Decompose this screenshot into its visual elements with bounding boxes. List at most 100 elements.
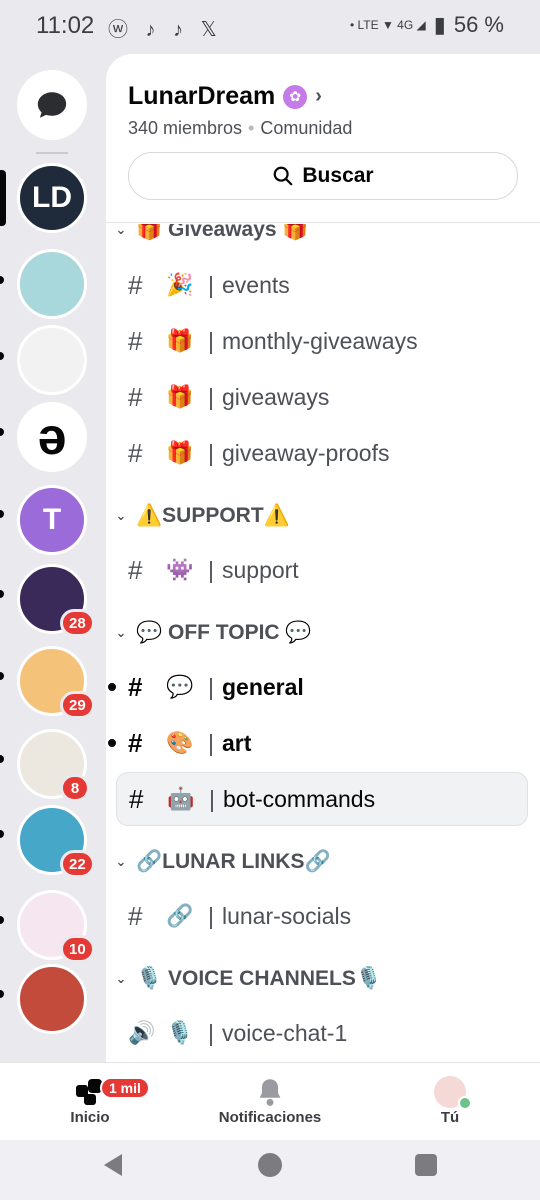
category-label: ⚠️SUPPORT⚠️ xyxy=(136,504,290,527)
speaker-icon: 🔊 xyxy=(128,1020,156,1045)
server-subtitle: 340 miembros • Comunidad xyxy=(128,118,352,139)
server-icon[interactable] xyxy=(17,964,87,1034)
channel-emoji: 🎁 xyxy=(166,384,194,409)
search-label: Buscar xyxy=(302,164,374,187)
channel-emoji: 👾 xyxy=(166,557,194,582)
channel-voice-chat-1[interactable]: 🔊 🎙️ | voice-chat-1 xyxy=(116,1006,528,1060)
server-icon[interactable]: T xyxy=(17,485,87,555)
channel-general[interactable]: # 💬 | general xyxy=(108,660,528,714)
server-icon[interactable] xyxy=(17,249,87,319)
channel-emoji: 🔗 xyxy=(166,903,194,928)
unread-indicator xyxy=(108,739,116,747)
channel-divider: | xyxy=(208,729,214,756)
channel-name: giveaway-proofs xyxy=(221,439,390,466)
nav-notifications-label: Notificaciones xyxy=(218,1109,322,1126)
channel-divider: | xyxy=(208,383,214,410)
text-channel-icon: # xyxy=(128,381,143,412)
channel-list: ⌄ 🎁 Giveaways 🎁 # 🎉 | events # 🎁 | monthly-give… xyxy=(106,224,540,1062)
server-icon[interactable]: ə xyxy=(17,402,87,472)
unread-server-indicator xyxy=(0,755,4,763)
text-channel-icon: # xyxy=(128,727,143,758)
search-icon xyxy=(274,166,293,186)
server-icon[interactable]: 8 xyxy=(17,729,90,802)
unread-server-indicator xyxy=(0,672,4,680)
system-indicators: • LTE ▼ 4G ◢ ▮ 56 % xyxy=(350,12,504,38)
chevron-down-icon: ⌄ xyxy=(115,224,127,237)
server-icon[interactable]: 22 xyxy=(17,805,95,878)
notification-icons: ⓦ ♪ ♪ 𝕏 xyxy=(108,19,223,41)
unread-server-indicator xyxy=(0,352,4,360)
server-header[interactable]: LunarDream ✿ › xyxy=(128,82,322,111)
category-lunar-links[interactable]: ⌄ 🔗LUNAR LINKS🔗 xyxy=(112,850,331,874)
bell-glyph xyxy=(259,1079,281,1106)
server-rail: LD ə T 28 29 8 22 10 xyxy=(0,52,104,1062)
nav-notifications[interactable]: Notificaciones xyxy=(190,1075,350,1126)
category-label: 🎁 Giveaways 🎁 xyxy=(136,224,309,241)
mention-badge: 29 xyxy=(60,691,95,719)
server-initials: LD xyxy=(32,181,72,214)
rail-separator xyxy=(36,152,68,154)
header-divider xyxy=(106,222,540,223)
unread-server-indicator xyxy=(0,990,4,998)
category-giveaways[interactable]: ⌄ 🎁 Giveaways 🎁 xyxy=(112,224,309,242)
channel-support[interactable]: # 👾 | support xyxy=(116,543,528,597)
channel-name: monthly-giveaways xyxy=(221,327,418,354)
unread-server-indicator xyxy=(0,830,4,838)
channel-emoji: 🎨 xyxy=(166,730,194,755)
avatar xyxy=(434,1075,472,1110)
direct-messages-button[interactable] xyxy=(17,70,87,140)
back-icon[interactable] xyxy=(104,1154,122,1176)
channel-bot-commands[interactable]: # 🤖 | bot-commands xyxy=(116,772,528,826)
server-icon[interactable]: 28 xyxy=(17,564,95,637)
chat-bubble-icon xyxy=(37,92,67,118)
unread-server-indicator xyxy=(0,428,4,436)
separator-dot: • xyxy=(248,118,255,138)
text-channel-icon: # xyxy=(129,783,144,814)
battery-percent: 56 % xyxy=(453,12,504,37)
unread-server-indicator xyxy=(0,590,4,598)
text-channel-icon: # xyxy=(128,437,143,468)
search-button[interactable]: Buscar xyxy=(128,152,518,200)
channel-divider: | xyxy=(208,439,214,466)
channel-monthly-giveaways[interactable]: # 🎁 | monthly-giveaways xyxy=(116,314,528,368)
category-support[interactable]: ⌄ ⚠️SUPPORT⚠️ xyxy=(112,504,290,528)
channel-divider: | xyxy=(208,902,214,929)
home-icon: 1 mil xyxy=(74,1075,150,1109)
channel-divider: | xyxy=(209,785,215,812)
recent-apps-icon[interactable] xyxy=(415,1154,437,1176)
bottom-navigation: 1 mil Inicio Notificaciones Tú xyxy=(0,1062,540,1140)
channel-emoji: 🎉 xyxy=(166,272,194,297)
server-icon[interactable]: 10 xyxy=(17,890,95,963)
channel-emoji: 🎁 xyxy=(166,440,194,465)
server-icon[interactable] xyxy=(17,325,87,395)
channel-giveaways[interactable]: # 🎁 | giveaways xyxy=(116,370,528,424)
member-count: 340 miembros xyxy=(128,118,243,138)
channel-name: support xyxy=(221,556,299,583)
chevron-right-icon: › xyxy=(315,85,322,107)
channel-emoji: 🎙️ xyxy=(166,1020,194,1045)
mention-badge: 28 xyxy=(60,609,95,637)
channel-giveaway-proofs[interactable]: # 🎁 | giveaway-proofs xyxy=(116,426,528,480)
channel-name: events xyxy=(221,271,290,298)
server-icon[interactable]: LD xyxy=(17,163,87,233)
server-initials: T xyxy=(42,503,62,536)
status-bar: 11:02 ⓦ ♪ ♪ 𝕏 • LTE ▼ 4G ◢ ▮ 56 % xyxy=(0,0,540,52)
unread-indicator xyxy=(108,683,116,691)
nav-you[interactable]: Tú xyxy=(370,1075,530,1126)
nav-home[interactable]: 1 mil Inicio xyxy=(10,1075,170,1126)
text-channel-icon: # xyxy=(128,671,143,702)
channel-divider: | xyxy=(208,327,214,354)
server-icon[interactable]: 29 xyxy=(17,646,95,719)
chevron-down-icon: ⌄ xyxy=(115,508,127,523)
channel-events[interactable]: # 🎉 | events xyxy=(116,258,528,312)
chevron-down-icon: ⌄ xyxy=(115,854,127,869)
home-button-icon[interactable] xyxy=(258,1153,282,1177)
channel-divider: | xyxy=(208,556,214,583)
channel-art[interactable]: # 🎨 | art xyxy=(108,716,528,770)
server-initials: ə xyxy=(37,408,67,466)
category-label: 🔗LUNAR LINKS🔗 xyxy=(136,850,331,873)
channel-lunar-socials[interactable]: # 🔗 | lunar-socials xyxy=(116,889,528,943)
category-voice-channels[interactable]: ⌄ 🎙️ VOICE CHANNELS🎙️ xyxy=(112,967,382,991)
selected-server-indicator xyxy=(0,170,6,226)
category-off-topic[interactable]: ⌄ 💬 OFF TOPIC 💬 xyxy=(112,621,312,645)
